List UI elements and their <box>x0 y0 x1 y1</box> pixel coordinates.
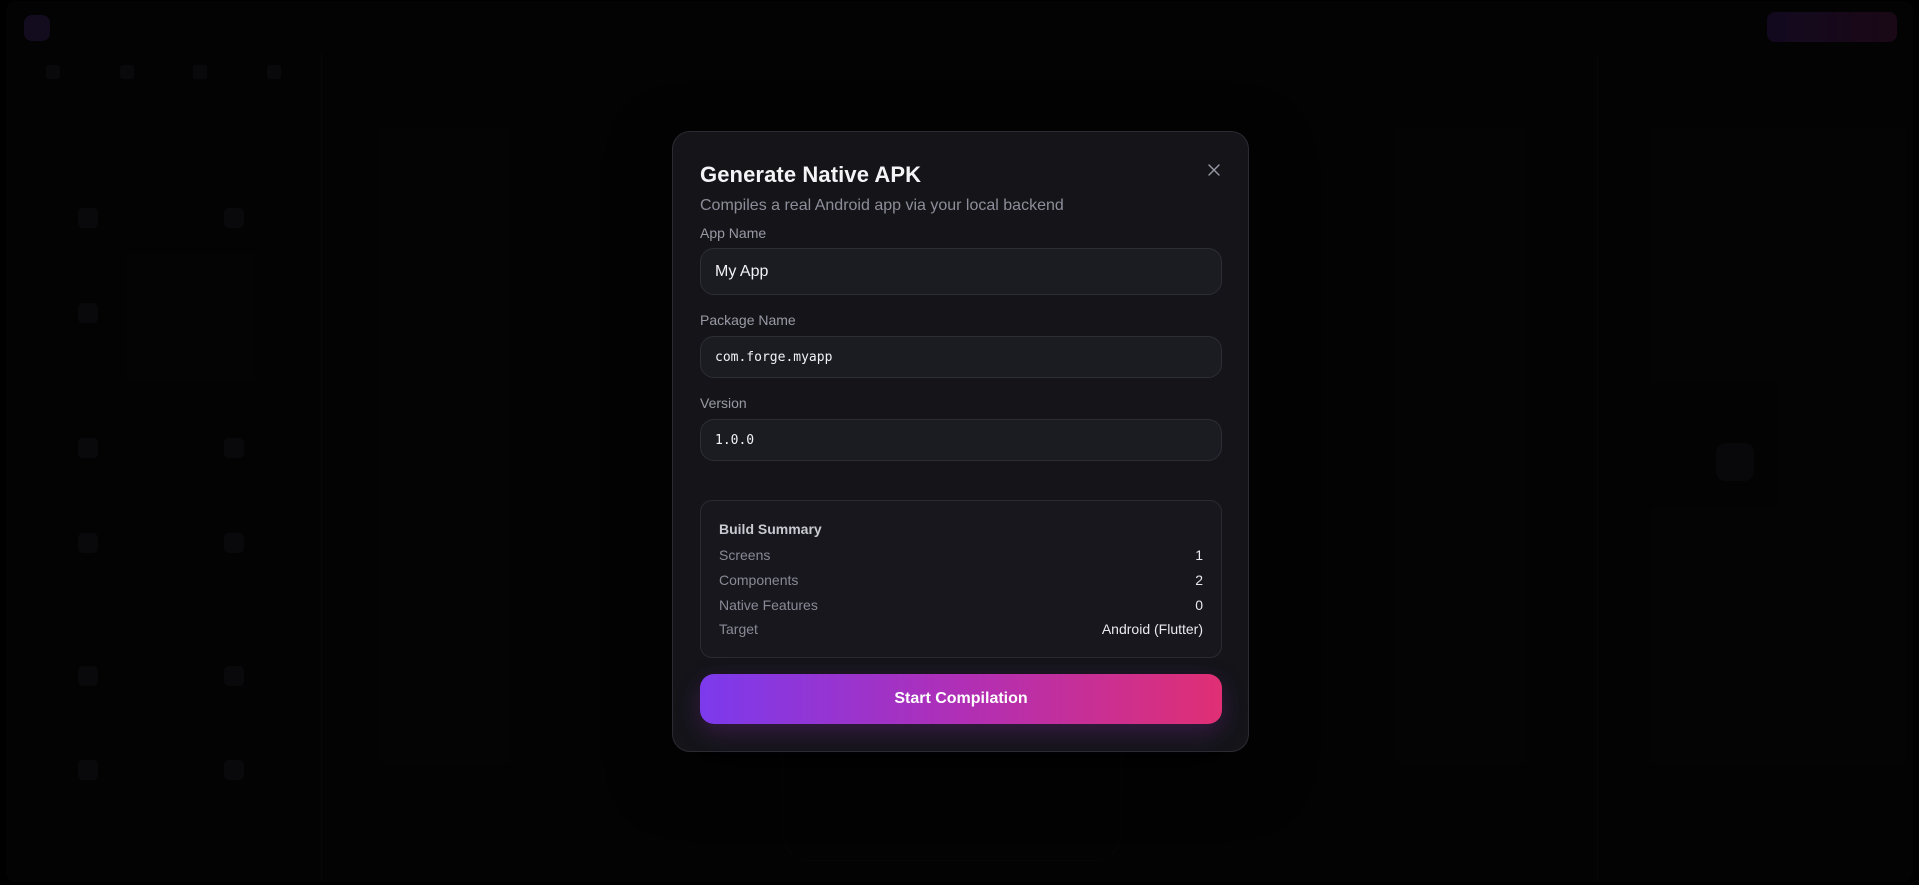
app-name-label: App Name <box>700 225 767 241</box>
summary-key: Native Features <box>719 597 818 613</box>
summary-key: Screens <box>719 547 771 563</box>
package-name-input[interactable] <box>700 336 1222 378</box>
summary-row: Screens 1 <box>719 547 1203 565</box>
summary-row: Components 2 <box>719 572 1203 590</box>
close-button[interactable] <box>1202 158 1226 182</box>
version-label: Version <box>700 395 747 411</box>
summary-row: Native Features 0 <box>719 597 1203 615</box>
start-compilation-button[interactable]: Start Compilation <box>700 674 1222 724</box>
generate-apk-modal: Generate Native APK Compiles a real Andr… <box>672 131 1249 752</box>
close-icon <box>1208 164 1220 176</box>
build-summary: Build Summary Screens 1 Components 2 Nat… <box>700 500 1222 658</box>
version-input[interactable] <box>700 419 1222 461</box>
summary-value: 2 <box>1195 572 1203 588</box>
summary-row: Target Android (Flutter) <box>719 621 1203 639</box>
summary-value: 0 <box>1195 597 1203 613</box>
summary-key: Target <box>719 621 758 637</box>
summary-value: 1 <box>1195 547 1203 563</box>
summary-value: Android (Flutter) <box>1101 621 1203 637</box>
summary-key: Components <box>719 572 799 588</box>
modal-title: Generate Native APK <box>700 162 922 187</box>
build-summary-title: Build Summary <box>719 521 822 537</box>
modal-subtitle: Compiles a real Android app via your loc… <box>700 197 1064 214</box>
app-name-input[interactable] <box>700 248 1222 295</box>
package-name-label: Package Name <box>700 312 796 328</box>
